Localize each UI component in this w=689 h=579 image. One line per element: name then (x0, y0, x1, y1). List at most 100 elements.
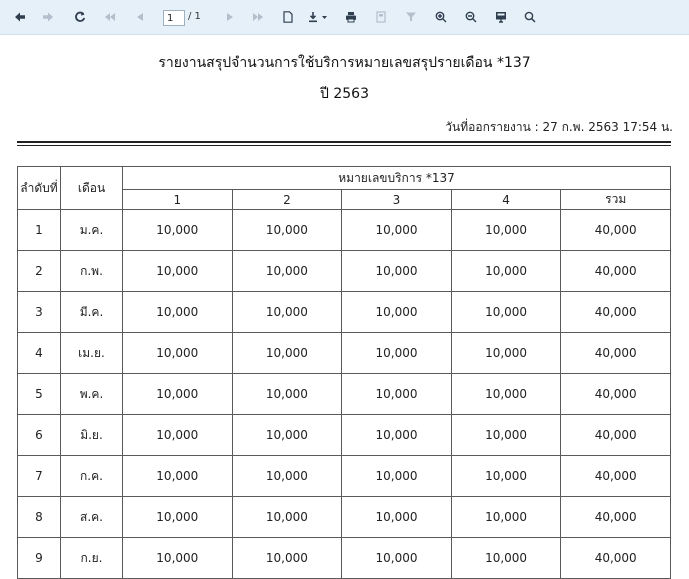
row-value: 10,000 (450, 291, 562, 333)
table-row: 6 มิ.ย. 10,000 10,000 10,000 10,000 40,000 (17, 414, 671, 456)
header-divider (17, 141, 671, 143)
col-header-month: เดือน (60, 166, 123, 210)
row-total: 40,000 (560, 291, 671, 333)
row-month: ก.ค. (60, 455, 123, 497)
row-total: 40,000 (560, 455, 671, 497)
table-row: 4 เม.ย. 10,000 10,000 10,000 10,000 40,000 (17, 332, 671, 374)
row-value: 10,000 (231, 373, 343, 415)
table-row: 1 ม.ค. 10,000 10,000 10,000 10,000 40,000 (17, 209, 671, 251)
row-index: 6 (17, 414, 61, 456)
row-total: 40,000 (560, 414, 671, 456)
row-value: 10,000 (341, 455, 452, 497)
row-month: มี.ค. (60, 291, 123, 333)
table-row: 5 พ.ค. 10,000 10,000 10,000 10,000 40,000 (17, 373, 671, 415)
col-header-index: ลำดับที่ (17, 166, 61, 210)
row-value: 10,000 (231, 455, 343, 497)
row-month: มิ.ย. (60, 414, 123, 456)
table-row: 2 ก.พ. 10,000 10,000 10,000 10,000 40,000 (17, 250, 671, 292)
row-total: 40,000 (560, 209, 671, 251)
table-row: 8 ส.ค. 10,000 10,000 10,000 10,000 40,000 (17, 496, 671, 538)
row-value: 10,000 (122, 332, 233, 374)
row-month: ก.พ. (60, 250, 123, 292)
view-mode-icon[interactable] (493, 7, 509, 27)
row-value: 10,000 (450, 455, 562, 497)
row-value: 10,000 (122, 455, 233, 497)
row-value: 10,000 (231, 291, 343, 333)
row-index: 3 (17, 291, 61, 333)
sub-header-1: 1 (122, 189, 233, 210)
row-index: 8 (17, 496, 61, 538)
document-icon[interactable] (280, 7, 296, 27)
row-value: 10,000 (122, 291, 233, 333)
first-page-icon[interactable] (102, 7, 118, 27)
row-total: 40,000 (560, 537, 671, 579)
row-value: 10,000 (450, 209, 562, 251)
row-value: 10,000 (231, 332, 343, 374)
filter-icon[interactable] (403, 7, 419, 27)
prev-page-icon[interactable] (132, 7, 148, 27)
col-header-service: หมายเลขบริการ *137 (122, 166, 671, 190)
row-value: 10,000 (450, 414, 562, 456)
row-month: พ.ค. (60, 373, 123, 415)
row-month: ส.ค. (60, 496, 123, 538)
refresh-icon[interactable] (72, 7, 88, 27)
search-icon[interactable] (522, 7, 538, 27)
row-total: 40,000 (560, 332, 671, 374)
table-row: 9 ก.ย. 10,000 10,000 10,000 10,000 40,000 (17, 537, 671, 579)
row-total: 40,000 (560, 496, 671, 538)
last-page-icon[interactable] (250, 7, 266, 27)
row-index: 2 (17, 250, 61, 292)
export-icon[interactable] (306, 7, 332, 27)
row-value: 10,000 (341, 209, 452, 251)
row-value: 10,000 (341, 250, 452, 292)
row-value: 10,000 (450, 373, 562, 415)
report-table: ลำดับที่ เดือน หมายเลขบริการ *137 1 2 3 … (17, 166, 671, 579)
row-total: 40,000 (560, 250, 671, 292)
row-month: ม.ค. (60, 209, 123, 251)
report-year: ปี 2563 (320, 86, 369, 102)
row-value: 10,000 (341, 291, 452, 333)
back-icon[interactable] (12, 7, 28, 27)
report-viewer-toolbar: / 1 (0, 0, 689, 35)
row-value: 10,000 (231, 496, 343, 538)
row-index: 9 (17, 537, 61, 579)
row-value: 10,000 (122, 537, 233, 579)
row-value: 10,000 (341, 537, 452, 579)
row-value: 10,000 (341, 496, 452, 538)
report-title: รายงานสรุปจำนวนการใช้บริการหมายเลขสรุปรา… (158, 55, 531, 71)
row-index: 4 (17, 332, 61, 374)
row-value: 10,000 (122, 209, 233, 251)
row-value: 10,000 (231, 250, 343, 292)
table-row: 3 มี.ค. 10,000 10,000 10,000 10,000 40,000 (17, 291, 671, 333)
zoom-out-icon[interactable] (463, 7, 479, 27)
print-icon[interactable] (343, 7, 359, 27)
row-index: 5 (17, 373, 61, 415)
row-value: 10,000 (122, 250, 233, 292)
header-divider-thin (17, 145, 671, 146)
row-value: 10,000 (231, 209, 343, 251)
row-value: 10,000 (450, 496, 562, 538)
row-value: 10,000 (122, 496, 233, 538)
page-number-input[interactable] (163, 10, 185, 26)
row-value: 10,000 (231, 414, 343, 456)
row-value: 10,000 (450, 250, 562, 292)
row-value: 10,000 (122, 414, 233, 456)
row-value: 10,000 (341, 332, 452, 374)
row-value: 10,000 (341, 373, 452, 415)
report-generated-date: วันที่ออกรายงาน : 27 ก.พ. 2563 17:54 น. (445, 120, 673, 134)
next-page-icon[interactable] (222, 7, 238, 27)
row-index: 1 (17, 209, 61, 251)
row-value: 10,000 (122, 373, 233, 415)
sub-header-2: 2 (231, 189, 343, 210)
row-value: 10,000 (450, 332, 562, 374)
row-month: ก.ย. (60, 537, 123, 579)
row-value: 10,000 (341, 414, 452, 456)
zoom-in-icon[interactable] (433, 7, 449, 27)
row-value: 10,000 (450, 537, 562, 579)
print-layout-icon[interactable] (373, 7, 389, 27)
row-month: เม.ย. (60, 332, 123, 374)
forward-icon[interactable] (40, 7, 56, 27)
page-total-label: / 1 (188, 11, 201, 22)
row-value: 10,000 (231, 537, 343, 579)
row-index: 7 (17, 455, 61, 497)
